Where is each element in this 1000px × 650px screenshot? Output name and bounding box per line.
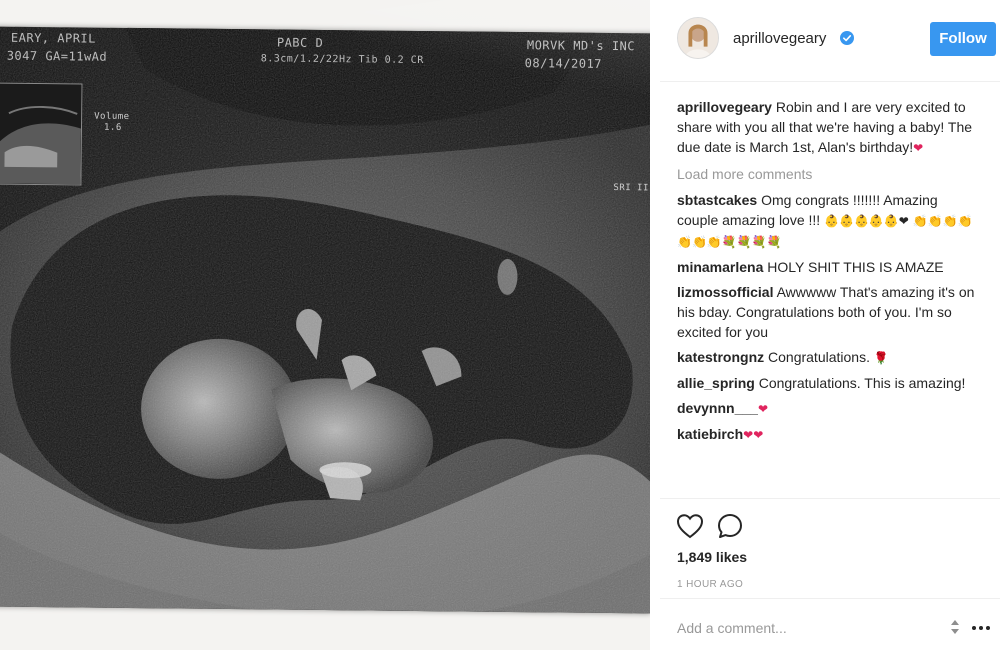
sort-stepper-icon[interactable]	[950, 617, 960, 637]
comment-username[interactable]: sbtastcakes	[677, 192, 757, 208]
comment-item: lizmossofficial Awwwww That's amazing it…	[677, 282, 977, 342]
likes-count[interactable]: 1,849 likes	[677, 549, 747, 565]
follow-button[interactable]: Follow	[930, 22, 996, 56]
scan-volume-value: 1.6	[103, 122, 122, 133]
comment-emoji: 🌹	[873, 351, 889, 365]
load-more-comments-link[interactable]: Load more comments	[677, 164, 977, 184]
caption-username[interactable]: aprillovegeary	[677, 99, 772, 115]
comment-item: devynnn___❤	[677, 398, 977, 419]
comment-username[interactable]: katiebirch	[677, 426, 743, 442]
avatar[interactable]	[677, 17, 719, 59]
scan-thumbnail	[0, 82, 83, 186]
add-comment-bar	[660, 598, 1000, 650]
verified-badge-icon	[840, 31, 854, 45]
scan-id-ga: 3047 GA=11wAd	[6, 48, 108, 64]
comment-item: minamarlena HOLY SHIT THIS IS AMAZE	[677, 257, 977, 277]
caption-heart-emoji: ❤	[913, 141, 924, 155]
comment-icon[interactable]	[716, 512, 744, 540]
scan-clinic: MORVK MD's INC	[526, 38, 636, 54]
comment-item: allie_spring Congratulations. This is am…	[677, 373, 977, 393]
comment-username[interactable]: allie_spring	[677, 375, 755, 391]
post-photo[interactable]: EARY, APRIL 3047 GA=11wAd PABC D 8.3cm/1…	[0, 0, 650, 650]
comment-item: katestrongnz Congratulations. 🌹	[677, 347, 977, 368]
comment-text: Congratulations.	[768, 349, 874, 365]
post-caption: aprillovegeary Robin and I are very exci…	[677, 97, 977, 158]
comment-emoji: ❤❤	[743, 428, 764, 442]
scan-date: 08/14/2017	[524, 56, 603, 71]
more-options-icon[interactable]	[970, 619, 992, 637]
post-sidebar: aprillovegeary Follow aprillovegeary Rob…	[660, 0, 1000, 650]
post-username[interactable]: aprillovegeary	[733, 30, 826, 47]
comment-username[interactable]: katestrongnz	[677, 349, 764, 365]
heart-icon[interactable]	[676, 513, 704, 539]
comment-username[interactable]: minamarlena	[677, 259, 763, 275]
scan-measure: 8.3cm/1.2/22Hz Tib 0.2 CR	[260, 53, 424, 67]
post-header: aprillovegeary Follow	[660, 0, 1000, 82]
scan-patient-name: EARY, APRIL	[10, 30, 96, 46]
comments-list: aprillovegeary Robin and I are very exci…	[677, 97, 977, 450]
ultrasound-print: EARY, APRIL 3047 GA=11wAd PABC D 8.3cm/1…	[0, 26, 650, 614]
comment-username[interactable]: devynnn___	[677, 400, 758, 416]
comment-item: katiebirch❤❤	[677, 424, 977, 445]
comment-text: Congratulations. This is amazing!	[758, 375, 966, 391]
comment-username[interactable]: lizmossofficial	[677, 284, 773, 300]
scan-center: PABC D	[276, 35, 324, 50]
scan-volume-label: Volume	[94, 111, 130, 122]
scan-right-label: SRI II	[613, 183, 649, 194]
post-timestamp: 1 HOUR AGO	[677, 579, 744, 590]
comment-text: HOLY SHIT THIS IS AMAZE	[767, 259, 944, 275]
comment-emoji: ❤	[757, 402, 768, 416]
comment-item: sbtastcakes Omg congrats !!!!!!! Amazing…	[677, 190, 977, 252]
add-comment-input[interactable]	[677, 617, 937, 639]
